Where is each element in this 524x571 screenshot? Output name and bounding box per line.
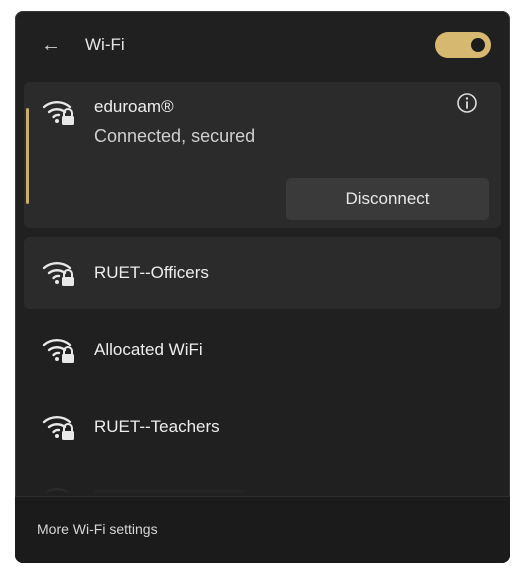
footer-bar: More Wi-Fi settings	[15, 496, 510, 563]
wifi-toggle[interactable]	[435, 32, 491, 58]
wifi-flyout: ← Wi-Fi eduroam® Connected, secured Disc…	[15, 11, 510, 563]
back-arrow-icon[interactable]: ←	[37, 31, 65, 59]
network-name: RUET--Teachers	[94, 417, 220, 436]
info-icon[interactable]	[456, 92, 478, 114]
wifi-secured-icon	[42, 262, 74, 286]
network-name: Allocated WiFi	[94, 340, 203, 359]
network-status: Connected, secured	[94, 126, 256, 146]
network-item[interactable]: Allocated WiFi	[24, 314, 501, 386]
wifi-secured-icon	[42, 101, 74, 125]
network-item[interactable]: RUET--Officers	[24, 237, 501, 309]
network-name: RUET--Officers	[94, 263, 209, 282]
more-wifi-settings-link[interactable]: More Wi-Fi settings	[37, 519, 158, 539]
network-item[interactable]: RUET--Teachers	[24, 391, 501, 463]
wifi-secured-icon	[42, 339, 74, 363]
selection-accent-bar	[26, 108, 29, 204]
toggle-knob	[471, 38, 485, 52]
network-name: eduroam®	[94, 97, 174, 116]
wifi-header: ← Wi-Fi	[15, 11, 510, 81]
disconnect-button[interactable]: Disconnect	[286, 178, 489, 220]
network-item-connected[interactable]: eduroam® Connected, secured Disconnect	[24, 82, 501, 228]
wifi-secured-icon	[42, 416, 74, 440]
page-title: Wi-Fi	[85, 35, 125, 54]
